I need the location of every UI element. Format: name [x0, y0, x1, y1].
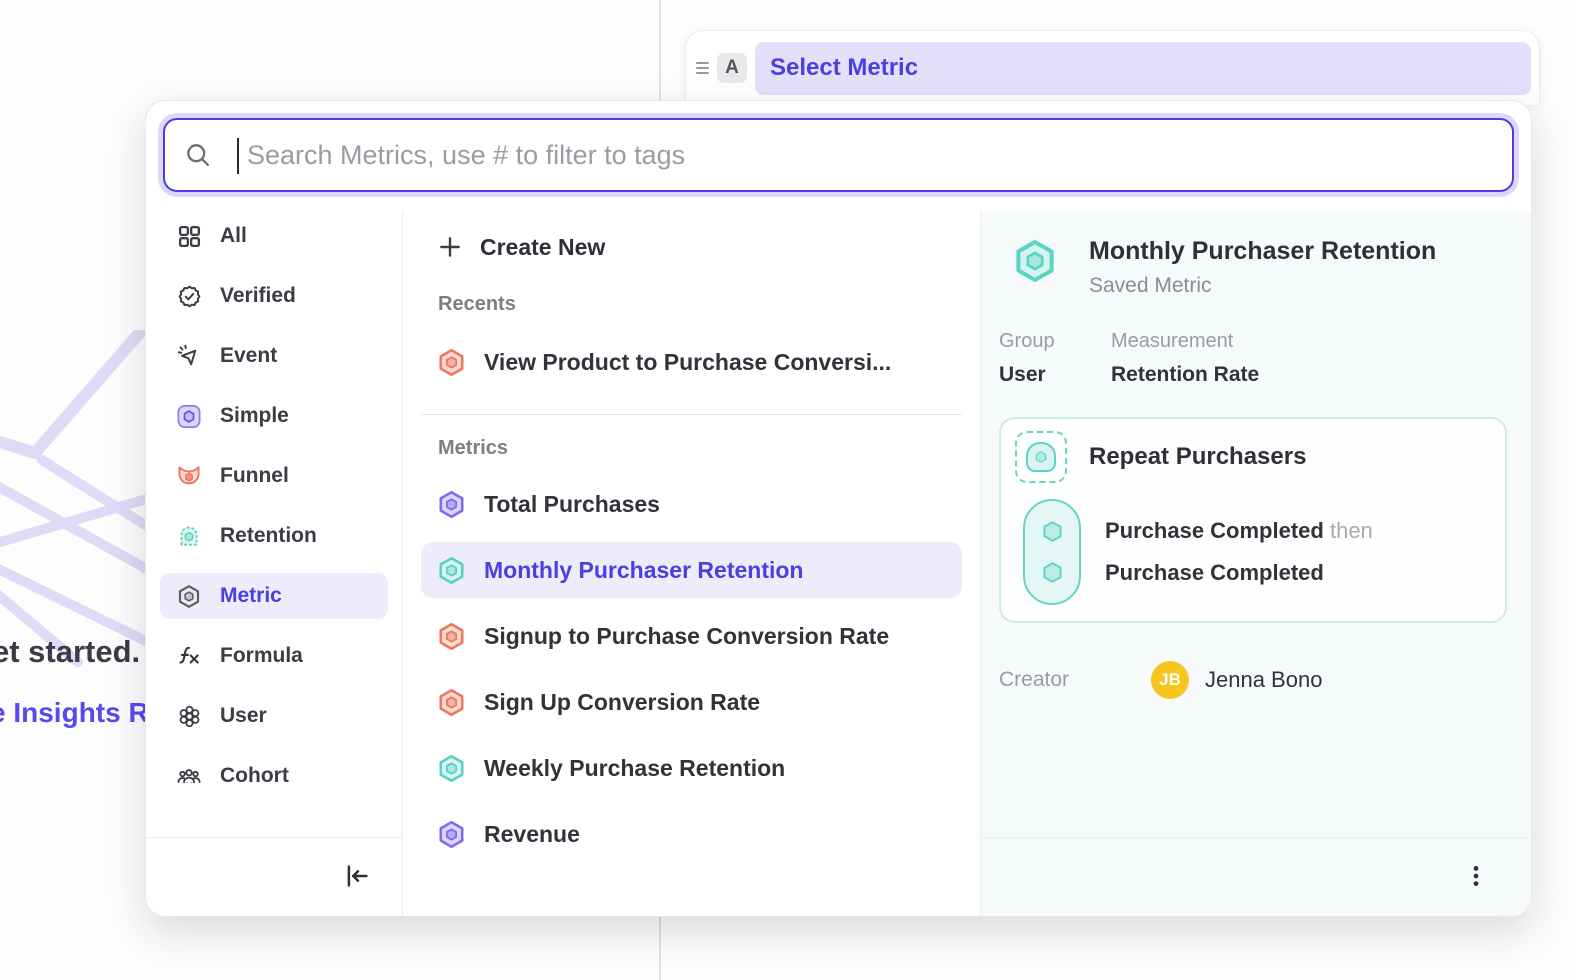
metric-hexagon-icon — [176, 583, 202, 610]
cursor-click-icon — [176, 344, 202, 369]
creator-label: Creator — [999, 668, 1151, 692]
sidebar-item-event[interactable]: Event — [160, 333, 388, 379]
step-hexagon-icon — [1040, 560, 1065, 585]
search-input[interactable] — [165, 120, 1512, 190]
detail-subtitle: Saved Metric — [1089, 274, 1436, 298]
sidebar-item-user[interactable]: User — [160, 693, 388, 739]
section-divider — [421, 414, 962, 415]
metric-picker-modal: All Verified — [145, 100, 1532, 917]
more-options-button[interactable] — [1459, 859, 1493, 896]
sidebar-footer — [146, 837, 402, 916]
plus-icon — [437, 234, 463, 260]
simple-chip-icon — [176, 403, 202, 430]
funnel-metric-icon — [436, 621, 467, 652]
detail-title: Monthly Purchaser Retention — [1089, 237, 1436, 266]
collapse-left-icon — [342, 861, 372, 891]
recent-item[interactable]: View Product to Purchase Conversi... — [421, 334, 962, 390]
user-cluster-icon — [176, 704, 202, 729]
formula-fx-icon — [176, 643, 202, 669]
retention-metric-icon — [436, 753, 467, 784]
group-value: User — [999, 363, 1089, 387]
metric-item-weekly-purchase-retention[interactable]: Weekly Purchase Retention — [421, 740, 962, 796]
funnel-icon — [176, 463, 202, 489]
collapse-sidebar-button[interactable] — [336, 855, 378, 900]
detail-header: Monthly Purchaser Retention Saved Metric — [999, 237, 1507, 298]
sidebar-item-funnel[interactable]: Funnel — [160, 453, 388, 499]
saved-metric-icon — [1011, 237, 1059, 285]
sidebar-item-formula[interactable]: Formula — [160, 633, 388, 679]
background-partial-heading: et started. — [0, 634, 140, 670]
creator-row: Creator JB Jenna Bono — [999, 661, 1507, 699]
detail-footer — [981, 837, 1531, 916]
step-hexagon-icon — [1040, 519, 1065, 544]
recents-header: Recents — [421, 293, 962, 316]
sidebar-item-all[interactable]: All — [160, 213, 388, 259]
simple-metric-icon — [436, 489, 467, 520]
search-bar — [160, 115, 1517, 195]
group-label: Group — [999, 330, 1089, 353]
measurement-value: Retention Rate — [1111, 363, 1259, 387]
detail-meta: Group User Measurement Retention Rate — [999, 330, 1507, 387]
sidebar-item-cohort[interactable]: Cohort — [160, 753, 388, 799]
select-metric-label: Select Metric — [770, 54, 918, 82]
metric-item-signup-to-purchase-conversion-rate[interactable]: Signup to Purchase Conversion Rate — [421, 608, 962, 664]
retention-metric-icon — [436, 555, 467, 586]
metrics-header: Metrics — [421, 437, 962, 460]
funnel-metric-icon — [436, 687, 467, 718]
sidebar-item-simple[interactable]: Simple — [160, 393, 388, 439]
measurement-label: Measurement — [1111, 330, 1259, 353]
kebab-menu-icon — [1463, 863, 1489, 889]
cohort-people-icon — [176, 763, 202, 789]
grid-icon — [176, 224, 202, 249]
metric-row-card: A Select Metric — [685, 30, 1540, 105]
metric-detail-panel: Monthly Purchaser Retention Saved Metric… — [981, 211, 1531, 916]
metric-item-revenue[interactable]: Revenue — [421, 806, 962, 862]
metric-item-sign-up-conversion-rate[interactable]: Sign Up Conversion Rate — [421, 674, 962, 730]
metric-item-monthly-purchaser-retention[interactable]: Monthly Purchaser Retention — [421, 542, 962, 598]
metric-list-column: Create New Recents View Product to Purch… — [403, 211, 981, 916]
drag-handle-icon[interactable] — [696, 62, 709, 74]
filter-sidebar: All Verified — [146, 211, 403, 916]
verified-badge-icon — [176, 284, 202, 309]
sidebar-item-retention[interactable]: Retention — [160, 513, 388, 559]
sidebar-item-verified[interactable]: Verified — [160, 273, 388, 319]
sequence-capsule — [1023, 499, 1081, 605]
sequence-step-2: Purchase Completed — [1105, 560, 1373, 586]
create-new-button[interactable]: Create New — [421, 223, 962, 271]
series-letter-chip: A — [717, 53, 747, 83]
metric-item-total-purchases[interactable]: Total Purchases — [421, 476, 962, 532]
funnel-metric-icon — [436, 347, 467, 378]
select-metric-button[interactable]: Select Metric — [755, 42, 1531, 95]
behavior-title: Repeat Purchasers — [1089, 443, 1306, 471]
background-partial-link[interactable]: e Insights Re — [0, 697, 164, 729]
creator-name: Jenna Bono — [1205, 667, 1322, 693]
retention-icon — [176, 523, 202, 549]
sequence-step-1: Purchase Completed then — [1105, 518, 1373, 544]
behavior-definition-card: Repeat Purchasers — [999, 417, 1507, 623]
creator-avatar: JB — [1151, 661, 1189, 699]
sidebar-item-metric[interactable]: Metric — [160, 573, 388, 619]
simple-metric-icon — [436, 819, 467, 850]
behavior-icon — [1015, 431, 1067, 483]
